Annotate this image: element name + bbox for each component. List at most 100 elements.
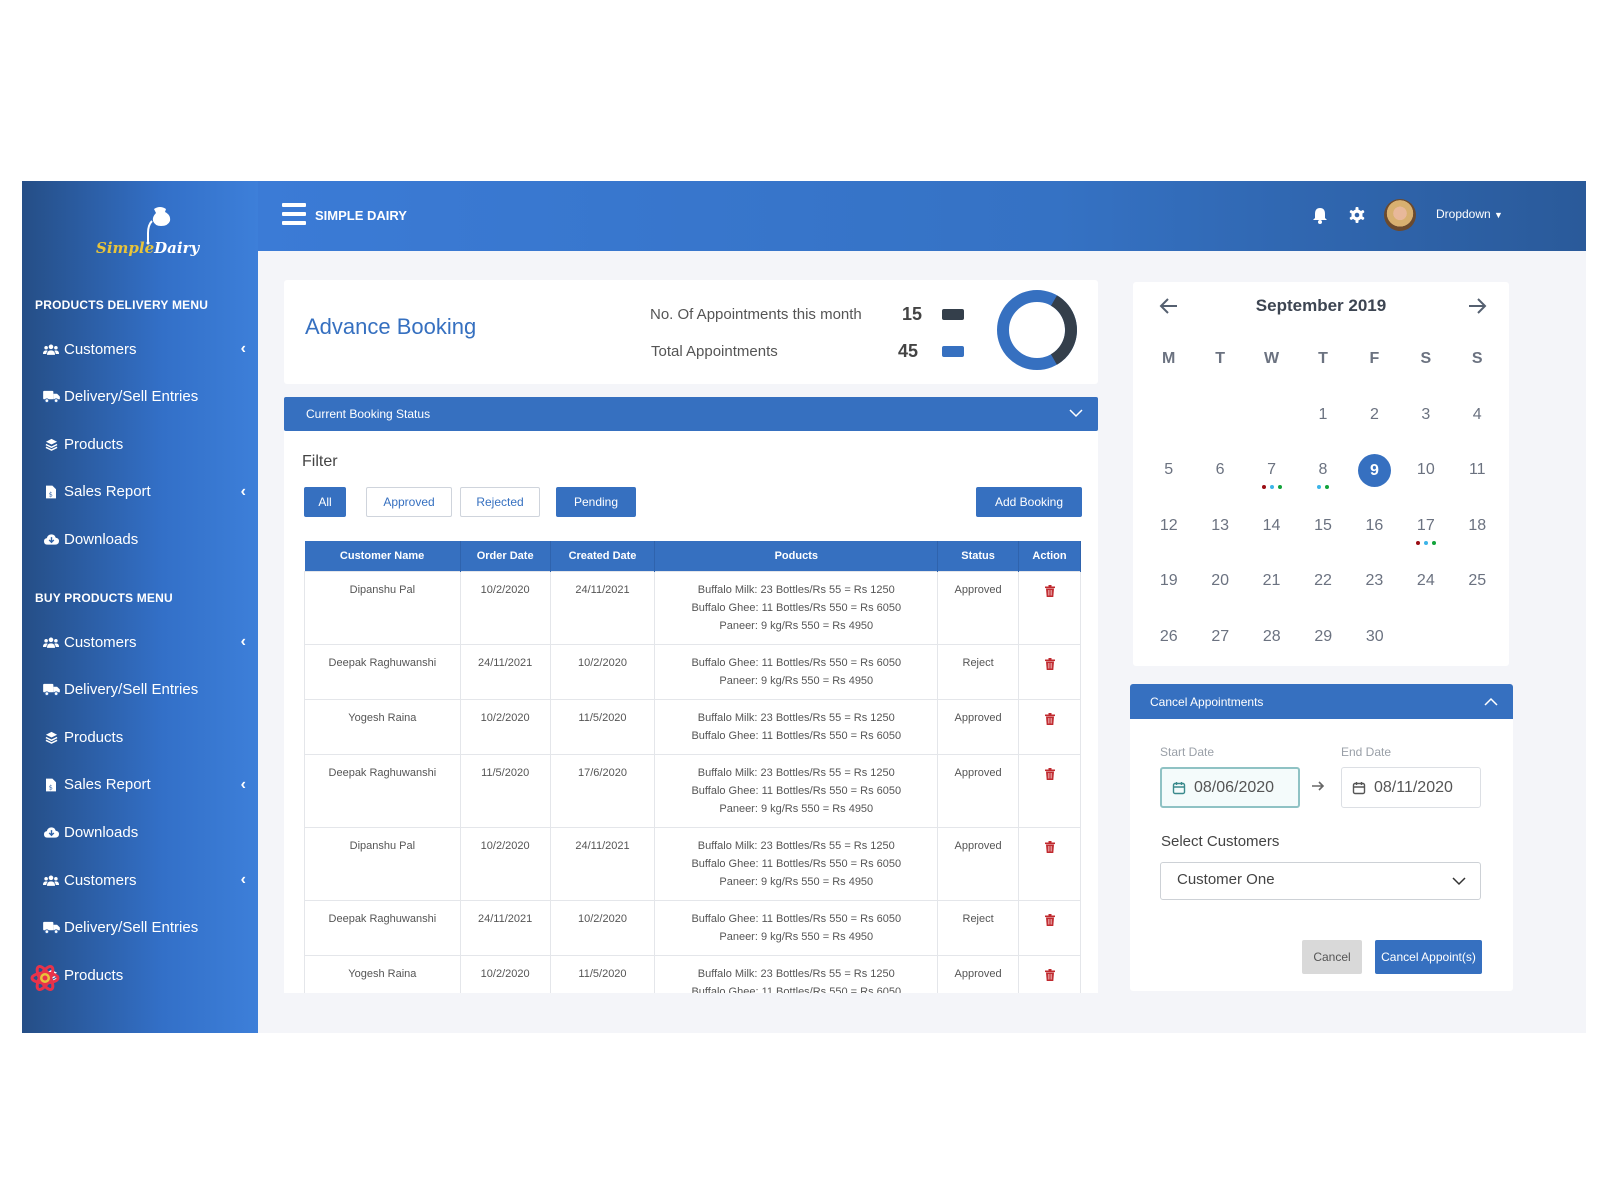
bell-icon[interactable] — [1310, 205, 1330, 225]
day-number: 7 — [1267, 461, 1276, 478]
calendar-day[interactable]: 28 — [1246, 622, 1298, 678]
customer-select[interactable]: Customer One — [1160, 862, 1481, 900]
calendar-day[interactable]: 15 — [1297, 511, 1348, 567]
day-number: 14 — [1262, 516, 1281, 534]
sidebar-item-downloads[interactable]: Downloads — [42, 817, 252, 847]
cell-created-date: 24/11/2021 — [549, 570, 656, 645]
calendar-day[interactable]: 8 — [1297, 455, 1348, 511]
cancel-button[interactable]: Cancel — [1302, 940, 1362, 974]
legend-swatch-total — [942, 346, 964, 357]
sidebar-item-delivery-sell-entries[interactable]: Delivery/Sell Entries — [42, 913, 252, 943]
filter-rejected-button[interactable]: Rejected — [460, 487, 540, 517]
chevron-left-icon[interactable]: ‹ — [241, 483, 246, 501]
user-dropdown[interactable]: Dropdown ▼ — [1436, 207, 1503, 221]
calendar-day[interactable]: 7 — [1246, 455, 1297, 511]
next-month-arrow-icon[interactable] — [1465, 294, 1489, 318]
booking-status-accordion[interactable]: Current Booking Status — [284, 397, 1098, 431]
day-number: 3 — [1421, 405, 1431, 423]
cell-order-date: 10/2/2020 — [459, 826, 551, 901]
calendar-day[interactable]: 24 — [1400, 566, 1451, 622]
table-row[interactable]: Dipanshu Pal 10/2/2020 24/11/2021 Buffalo M… — [304, 570, 1081, 645]
calendar-day-selected[interactable]: 9 — [1349, 454, 1400, 511]
table-row[interactable]: Deepak Raghuwanshi 11/5/2020 17/6/2020 Buff… — [304, 753, 1081, 828]
calendar-day[interactable]: 13 — [1194, 511, 1245, 567]
calendar-day[interactable]: 5 — [1143, 455, 1194, 511]
calendar-day[interactable]: 19 — [1143, 566, 1194, 622]
calendar-day[interactable]: 10 — [1400, 455, 1451, 511]
calendar-day[interactable]: 12 — [1143, 511, 1194, 567]
sidebar-item-products[interactable]: Products — [42, 960, 252, 990]
calendar-day[interactable]: 16 — [1349, 511, 1400, 567]
cancel-appointments-accordion[interactable]: Cancel Appointments — [1130, 684, 1513, 719]
sidebar-item-sales-report[interactable]: $ Sales Report ‹ — [42, 477, 252, 507]
day-number: 21 — [1262, 572, 1281, 589]
calendar-day[interactable]: 27 — [1195, 622, 1247, 678]
table-row[interactable]: Dipanshu Pal 10/2/2020 24/11/2021 Buffalo M… — [304, 826, 1081, 901]
calendar-day[interactable]: 2 — [1349, 400, 1400, 456]
calendar-day[interactable]: 26 — [1143, 622, 1195, 678]
chevron-left-icon[interactable]: ‹ — [241, 633, 246, 651]
calendar-day[interactable]: 25 — [1452, 566, 1503, 622]
table-row[interactable]: Yogesh Raina 10/2/2020 11/5/2020 Buffalo Mi… — [304, 954, 1081, 993]
sidebar-item-products[interactable]: Products — [42, 429, 252, 459]
calendar-day[interactable]: 23 — [1349, 566, 1400, 622]
col-created-date[interactable]: Created Date — [550, 541, 656, 571]
booking-table: Customer Name Order Date Created Date Po… — [304, 541, 1081, 993]
calendar-day[interactable]: 20 — [1194, 566, 1245, 622]
calendar-day[interactable]: 22 — [1297, 566, 1348, 622]
sidebar-item-delivery-sell-entries[interactable]: Delivery/Sell Entries — [42, 382, 252, 412]
col-customer-name[interactable]: Customer Name — [304, 541, 461, 571]
chevron-left-icon[interactable]: ‹ — [241, 871, 246, 889]
user-avatar[interactable] — [1384, 199, 1416, 231]
chevron-left-icon[interactable]: ‹ — [241, 776, 246, 794]
calendar-day[interactable]: 17 — [1400, 511, 1451, 567]
filter-approved-button[interactable]: Approved — [366, 487, 452, 517]
logo[interactable]: SimpleDairy — [82, 203, 202, 263]
calendar-day[interactable]: 3 — [1400, 400, 1451, 456]
filter-pending-button[interactable]: Pending — [556, 487, 636, 517]
calendar-day[interactable]: 30 — [1349, 622, 1401, 678]
day-number: 17 — [1416, 516, 1435, 534]
menu-toggle-icon[interactable] — [282, 203, 306, 227]
chevron-left-icon[interactable]: ‹ — [241, 340, 246, 358]
table-row[interactable]: Deepak Raghuwanshi 24/11/2021 10/2/2020 Buf… — [304, 643, 1081, 700]
trash-icon[interactable] — [1044, 584, 1055, 597]
col-order-date[interactable]: Order Date — [460, 541, 551, 571]
react-devtools-icon[interactable] — [30, 963, 60, 993]
table-row[interactable]: Yogesh Raina 10/2/2020 11/5/2020 Buffalo Mi… — [304, 698, 1081, 755]
product-line: Paneer: 9 kg/Rs 550 = Rs 4950 — [719, 930, 874, 943]
filter-all-button[interactable]: All — [304, 487, 346, 517]
sidebar-item-sales-report[interactable]: $ Sales Report ‹ — [42, 770, 252, 800]
sidebar-item-delivery-sell-entries[interactable]: Delivery/Sell Entries — [42, 675, 252, 705]
trash-icon[interactable] — [1044, 968, 1055, 981]
col-products[interactable]: Poducts — [654, 541, 939, 571]
trash-icon[interactable] — [1044, 657, 1055, 670]
cell-action — [1018, 826, 1081, 901]
add-booking-button[interactable]: Add Booking — [976, 487, 1082, 517]
sidebar-item-customers[interactable]: Customers ‹ — [42, 627, 252, 657]
calendar-day[interactable]: 4 — [1452, 400, 1503, 456]
sidebar-item-customers[interactable]: Customers ‹ — [42, 865, 252, 895]
calendar-day[interactable]: 21 — [1246, 566, 1297, 622]
event-dots — [1400, 540, 1451, 545]
calendar-day[interactable]: 6 — [1194, 455, 1245, 511]
calendar-day[interactable]: 18 — [1452, 511, 1503, 567]
sidebar-item-products[interactable]: Products — [42, 722, 252, 752]
sidebar-item-customers[interactable]: Customers ‹ — [42, 334, 252, 364]
cancel-appointments-button[interactable]: Cancel Appoint(s) — [1375, 940, 1482, 974]
calendar-day[interactable]: 11 — [1452, 455, 1503, 511]
calendar-day[interactable]: 1 — [1297, 400, 1348, 456]
col-status[interactable]: Status — [937, 541, 1020, 571]
start-date-input[interactable]: 08/06/2020 — [1160, 767, 1300, 808]
sidebar-item-downloads[interactable]: Downloads — [42, 524, 252, 554]
calendar-day[interactable]: 29 — [1298, 622, 1350, 678]
end-date-input[interactable]: 08/11/2020 — [1341, 767, 1481, 808]
trash-icon[interactable] — [1044, 712, 1055, 725]
trash-icon[interactable] — [1044, 840, 1055, 853]
trash-icon[interactable] — [1044, 767, 1055, 780]
gear-icon[interactable] — [1347, 205, 1367, 225]
table-row[interactable]: Deepak Raghuwanshi 24/11/2021 10/2/2020 Buf… — [304, 899, 1081, 956]
trash-icon[interactable] — [1044, 913, 1055, 926]
cell-created-date: 17/6/2020 — [549, 753, 656, 828]
calendar-day[interactable]: 14 — [1246, 511, 1297, 567]
